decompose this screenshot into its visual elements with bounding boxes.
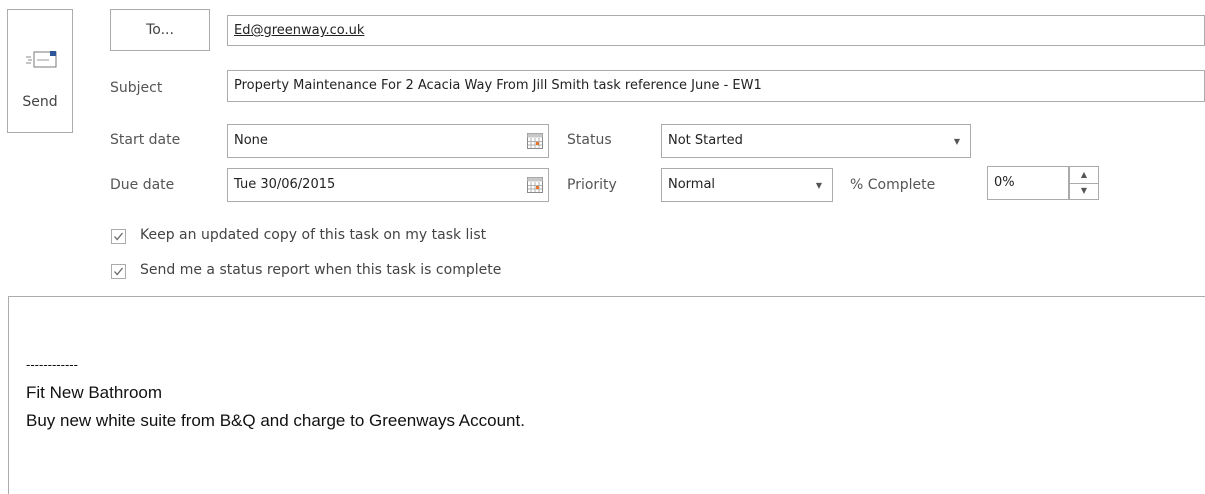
status-dropdown[interactable]: Not Started ▼ [661, 124, 971, 158]
chevron-down-icon: ▼ [815, 181, 822, 190]
to-button[interactable]: To... [110, 9, 210, 51]
send-button[interactable]: Send [7, 9, 73, 133]
calendar-icon[interactable] [527, 133, 543, 149]
body-separator: ------------ [26, 357, 78, 372]
priority-dropdown[interactable]: Normal ▼ [661, 168, 833, 202]
status-report-checkbox[interactable] [111, 264, 126, 279]
due-date-label: Due date [110, 177, 175, 193]
body-line-2: Buy new white suite from B&Q and charge … [26, 411, 525, 430]
calendar-icon[interactable] [527, 177, 543, 193]
send-label: Send [22, 94, 58, 110]
spin-up-icon[interactable]: ▲ [1070, 167, 1098, 184]
subject-input[interactable]: Property Maintenance For 2 Acacia Way Fr… [227, 70, 1205, 102]
percent-complete-input[interactable]: 0% [987, 166, 1069, 200]
start-date-value: None [234, 133, 268, 148]
start-date-picker[interactable]: None [227, 124, 549, 158]
status-report-label: Send me a status report when this task i… [140, 262, 502, 278]
start-date-label: Start date [110, 132, 181, 148]
keep-copy-checkbox[interactable] [111, 229, 126, 244]
task-body-editor[interactable]: ------------ Fit New Bathroom Buy new wh… [8, 296, 1205, 494]
priority-value: Normal [668, 177, 716, 192]
chevron-down-icon: ▼ [953, 137, 960, 146]
due-date-value: Tue 30/06/2015 [234, 177, 336, 192]
envelope-send-icon [26, 51, 57, 68]
checkmark-icon [114, 267, 124, 276]
due-date-picker[interactable]: Tue 30/06/2015 [227, 168, 549, 202]
priority-label: Priority [567, 177, 617, 193]
to-recipient-link[interactable]: Ed@greenway.co.uk [234, 23, 364, 38]
status-label: Status [567, 132, 612, 148]
body-line-1: Fit New Bathroom [26, 383, 163, 402]
to-field[interactable]: Ed@greenway.co.uk [227, 15, 1205, 46]
keep-copy-label: Keep an updated copy of this task on my … [140, 227, 487, 243]
subject-label: Subject [110, 80, 163, 96]
status-value: Not Started [668, 133, 743, 148]
percent-complete-label: % Complete [850, 177, 936, 193]
checkmark-icon [114, 232, 124, 241]
percent-complete-spinner[interactable]: ▲ ▼ [1069, 166, 1099, 200]
spin-down-icon[interactable]: ▼ [1070, 183, 1098, 199]
